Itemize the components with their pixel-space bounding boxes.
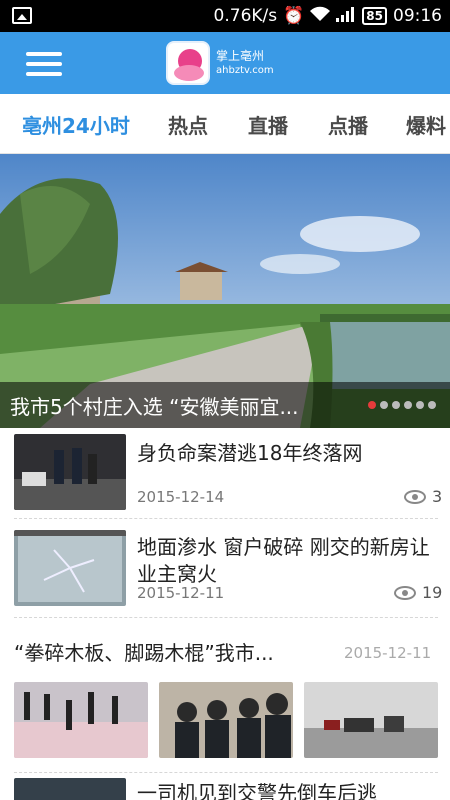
gallery-image: [14, 682, 148, 758]
signal-icon: [336, 6, 356, 27]
pagination-dot[interactable]: [368, 401, 376, 409]
divider: [14, 617, 438, 618]
list-item[interactable]: 身负命案潜逃18年终落网 2015-12-14 3: [0, 428, 450, 516]
network-speed: 0.76K/s: [213, 6, 278, 26]
news-thumbnail: [14, 530, 126, 606]
tab-bozhou-24h[interactable]: 亳州24小时: [22, 110, 130, 139]
news-date: 2015-12-14: [137, 488, 225, 506]
menu-bar-icon: [26, 72, 62, 76]
tab-breaking[interactable]: 爆料: [406, 110, 446, 139]
news-date: 2015-12-11: [344, 644, 432, 662]
menu-bar-icon: [26, 52, 62, 56]
news-title: “拳碎木板、脚踢木棍”我市...: [14, 641, 274, 665]
wifi-icon: [310, 6, 331, 27]
divider: [14, 772, 438, 773]
battery-icon: 85: [362, 7, 387, 25]
view-count-value: 3: [432, 487, 443, 506]
tab-hot[interactable]: 热点: [168, 110, 208, 139]
list-item[interactable]: 地面渗水 窗户破碎 刚交的新房让业主窝火 2015-12-11 19: [0, 520, 450, 612]
banner-pagination: [368, 401, 436, 409]
logo-title: 掌上亳州: [216, 49, 265, 63]
view-count: 19: [394, 583, 442, 602]
view-count-value: 19: [422, 583, 443, 602]
eye-icon: [394, 585, 416, 600]
flower-logo-icon: [166, 41, 210, 85]
view-count: 3: [404, 487, 442, 506]
menu-button[interactable]: [26, 50, 62, 78]
app-header: 掌上亳州 ahbztv.com: [0, 32, 450, 94]
status-bar: 0.76K/s ⏰ 85 09:16: [0, 0, 450, 32]
pagination-dot[interactable]: [416, 401, 424, 409]
featured-banner[interactable]: 我市5个村庄入选 “安徽美丽宜...: [0, 154, 450, 428]
gallery-image: [159, 682, 293, 758]
app-logo: 掌上亳州 ahbztv.com: [166, 40, 286, 86]
alarm-icon: ⏰: [283, 6, 305, 26]
banner-caption: 我市5个村庄入选 “安徽美丽宜...: [0, 382, 450, 428]
list-item[interactable]: “拳碎木板、脚踢木棍”我市... 2015-12-11: [0, 620, 450, 770]
tab-live[interactable]: 直播: [248, 110, 288, 139]
menu-bar-icon: [26, 62, 62, 66]
pagination-dot[interactable]: [380, 401, 388, 409]
list-item[interactable]: 一司机见到交警先倒车后逃: [0, 774, 450, 800]
logo-domain: ahbztv.com: [216, 65, 274, 76]
news-title: 身负命案潜逃18年终落网: [137, 441, 363, 465]
news-title: 一司机见到交警先倒车后逃: [137, 781, 377, 800]
pagination-dot[interactable]: [392, 401, 400, 409]
news-date: 2015-12-11: [137, 584, 225, 602]
news-title: 地面渗水 窗户破碎 刚交的新房让业主窝火: [137, 535, 430, 586]
pagination-dot[interactable]: [404, 401, 412, 409]
pagination-dot[interactable]: [428, 401, 436, 409]
image-notification-icon: [12, 7, 32, 24]
status-bar-right: 0.76K/s ⏰ 85 09:16: [214, 0, 442, 32]
news-thumbnail: [14, 778, 126, 800]
category-tabs: 亳州24小时 热点 直播 点播 爆料: [0, 94, 450, 154]
tab-on-demand[interactable]: 点播: [328, 110, 368, 139]
gallery-image: [304, 682, 438, 758]
divider: [14, 518, 438, 519]
eye-icon: [404, 489, 426, 504]
banner-caption-text: 我市5个村庄入选 “安徽美丽宜...: [10, 395, 299, 419]
news-thumbnail: [14, 434, 126, 510]
status-time: 09:16: [393, 6, 442, 26]
